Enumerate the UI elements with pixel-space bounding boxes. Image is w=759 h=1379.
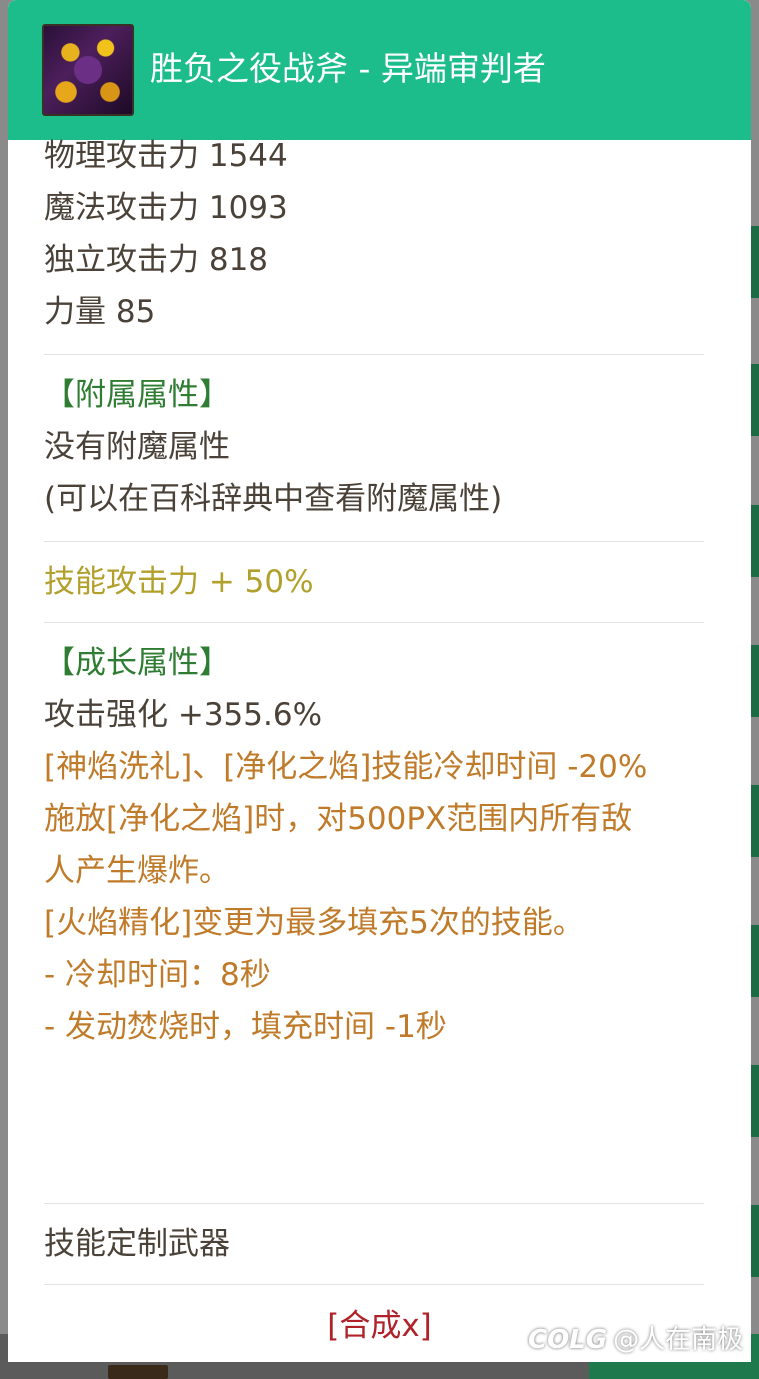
item-tooltip-dialog: 胜负之役战斧 - 异端审判者 物理攻击力 1544 魔法攻击力 1093 独立攻… [8,0,751,1362]
stat-strength: 力量 85 [44,294,156,330]
enchant-hint-text: (可以在百科辞典中查看附魔属性) [44,481,503,517]
enchant-none-text: 没有附魔属性 [44,429,230,465]
colg-logo: COLG [528,1325,608,1355]
growth-effect-line: 人产生爆炸。 [44,853,230,889]
growth-attack-boost: 攻击强化 +355.6% [44,697,323,733]
growth-effect-line: [神焰洗礼]、[净化之焰]技能冷却时间 -20% [44,749,648,785]
enchant-heading: 【附属属性】 [44,377,230,413]
tooltip-content: 物理攻击力 1544 魔法攻击力 1093 独立攻击力 818 力量 85 【附… [44,138,704,1053]
tooltip-header: 胜负之役战斧 - 异端审判者 [8,0,751,140]
growth-heading: 【成长属性】 [44,645,230,681]
item-title: 胜负之役战斧 - 异端审判者 [150,49,546,88]
divider [44,354,704,355]
growth-effect-line: 施放[净化之焰]时，对500PX范围内所有敌 [44,801,633,837]
stat-physical-attack: 物理攻击力 1544 [44,138,288,174]
stat-independent-attack: 独立攻击力 818 [44,242,269,278]
watermark: COLG @人在南极 [528,1320,743,1360]
item-axe-icon [42,24,134,116]
divider [44,1284,704,1285]
growth-effect-line: - 发动焚烧时，填充时间 -1秒 [44,1009,447,1045]
growth-effect-line: - 冷却时间：8秒 [44,957,271,993]
skill-attack-bonus: 技能攻击力 + 50% [44,564,314,600]
watermark-text: @人在南极 [613,1325,744,1355]
growth-effect-line: [火焰精化]变更为最多填充5次的技能。 [44,905,584,941]
stat-magic-attack: 魔法攻击力 1093 [44,190,288,226]
background-item-thumbnail [108,1365,168,1379]
divider [44,622,704,623]
divider [44,1203,704,1204]
divider [44,541,704,542]
weapon-type-label: 技能定制武器 [44,1226,230,1262]
